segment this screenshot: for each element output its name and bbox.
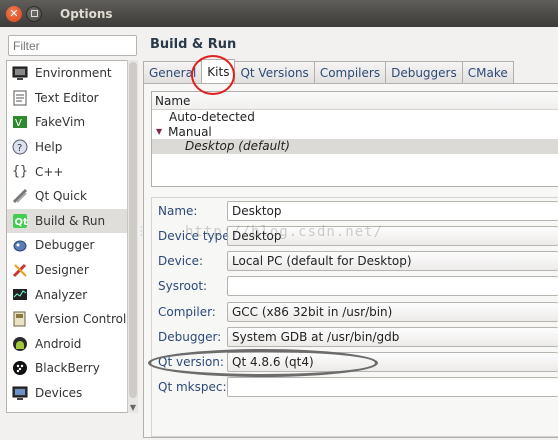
nav-item-label: Analyzer xyxy=(35,287,88,302)
expand-triangle-icon[interactable]: ▼ xyxy=(156,127,162,136)
cpp-braces-icon: {} xyxy=(12,164,28,180)
nav-item-label: Devices xyxy=(35,386,83,401)
scrollbar-thumb[interactable] xyxy=(129,62,137,398)
device-label: Device: xyxy=(158,254,204,268)
kit-tree: Name Auto-detected ▼ Manual Desktop (def… xyxy=(151,91,558,187)
nav-item-label: Qt Quick xyxy=(35,189,87,204)
svg-text:V: V xyxy=(15,118,22,129)
build-run-icon: Qt xyxy=(11,212,29,230)
tab-compilers[interactable]: Compilers xyxy=(313,61,387,83)
tree-item-desktop-default[interactable]: Desktop (default) xyxy=(152,139,558,154)
devices-icon xyxy=(11,384,29,402)
text-editor-icon xyxy=(11,89,29,107)
nav-item-devices[interactable]: Devices xyxy=(7,381,137,406)
maximize-button[interactable] xyxy=(26,5,42,22)
annotation-red-circle xyxy=(191,55,235,95)
svg-text:Qt: Qt xyxy=(15,217,29,228)
nav-item-label: Help xyxy=(35,140,63,155)
qt-quick-icon xyxy=(11,187,29,205)
debugger-icon xyxy=(11,236,29,254)
tab-qt-versions[interactable]: Qt Versions xyxy=(234,61,315,83)
name-label: Name: xyxy=(158,204,198,218)
filter-input[interactable] xyxy=(8,35,137,56)
nav-item-label: Text Editor xyxy=(35,90,99,105)
debugger-select[interactable]: System GDB at /usr/bin/gdb xyxy=(227,327,558,347)
nav-item-label: FakeVim xyxy=(35,115,86,130)
nav-item-analyzer[interactable]: Analyzer xyxy=(7,282,137,307)
designer-icon xyxy=(11,261,29,279)
scroll-down-icon[interactable]: ▼ xyxy=(128,403,138,412)
device-select[interactable]: Local PC (default for Desktop) xyxy=(227,251,558,271)
nav-item-debugger[interactable]: Debugger xyxy=(7,233,137,258)
compiler-select[interactable]: GCC (x86 32bit in /usr/bin) xyxy=(227,302,558,322)
sysroot-label: Sysroot: xyxy=(158,279,208,293)
qt-mkspec-label: Qt mkspec: xyxy=(158,380,227,394)
analyzer-icon xyxy=(11,286,29,304)
version-control-icon xyxy=(11,310,29,328)
title-bar: ✕ Options xyxy=(0,0,558,27)
nav-item-android[interactable]: Android xyxy=(7,332,137,357)
nav-item-label: BlackBerry xyxy=(35,361,100,376)
tree-item-auto-detected[interactable]: Auto-detected xyxy=(152,110,558,125)
nav-item-environment[interactable]: Environment xyxy=(7,61,137,86)
nav-item-label: Debugger xyxy=(35,238,95,253)
tab-debuggers[interactable]: Debuggers xyxy=(385,61,463,83)
nav-item-build-run[interactable]: Qt Build & Run xyxy=(7,208,137,234)
nav-item-help[interactable]: ? Help xyxy=(7,135,137,160)
nav-item-version-control[interactable]: Version Control xyxy=(7,307,137,332)
close-icon: ✕ xyxy=(9,7,19,20)
annotation-gray-ellipse xyxy=(148,349,378,377)
monitor-icon xyxy=(11,64,29,82)
watermark: http://blog.csdn.net/ xyxy=(185,224,384,240)
tab-cmake[interactable]: CMake xyxy=(461,61,514,83)
nav-item-text-editor[interactable]: Text Editor xyxy=(7,86,137,111)
fakevim-icon: V xyxy=(11,113,29,131)
compiler-label: Compiler: xyxy=(158,305,216,319)
tree-item-label: Manual xyxy=(168,124,212,139)
nav-item-fakevim[interactable]: V FakeVim xyxy=(7,110,137,135)
category-list: Environment Text Editor V FakeVim ? Help… xyxy=(6,60,138,413)
help-icon: ? xyxy=(11,138,29,156)
svg-text:?: ? xyxy=(17,143,22,154)
nav-item-cpp[interactable]: {} C++ xyxy=(7,159,137,184)
nav-item-label: Version Control xyxy=(35,312,127,327)
nav-scrollbar[interactable]: ▼ xyxy=(127,60,138,413)
tree-item-manual[interactable]: ▼ Manual xyxy=(152,125,558,140)
nav-item-designer[interactable]: Designer xyxy=(7,258,137,283)
maximize-icon xyxy=(30,10,38,17)
nav-item-qt-quick[interactable]: Qt Quick xyxy=(7,184,137,209)
page-title: Build & Run xyxy=(150,37,237,52)
nav-item-label: C++ xyxy=(35,164,64,179)
android-icon xyxy=(11,335,29,353)
nav-item-label: Designer xyxy=(35,263,89,278)
blackberry-icon xyxy=(11,359,29,377)
nav-item-label: Android xyxy=(35,336,82,351)
qt-mkspec-field[interactable] xyxy=(227,377,558,397)
window-title: Options xyxy=(60,6,113,21)
sysroot-field[interactable] xyxy=(227,276,558,296)
close-button[interactable]: ✕ xyxy=(6,5,22,22)
debugger-label: Debugger: xyxy=(158,330,222,344)
name-field[interactable]: Desktop xyxy=(227,201,558,221)
nav-item-blackberry[interactable]: BlackBerry xyxy=(7,356,137,381)
nav-item-label: Build & Run xyxy=(35,213,106,228)
nav-item-label: Environment xyxy=(35,66,112,81)
